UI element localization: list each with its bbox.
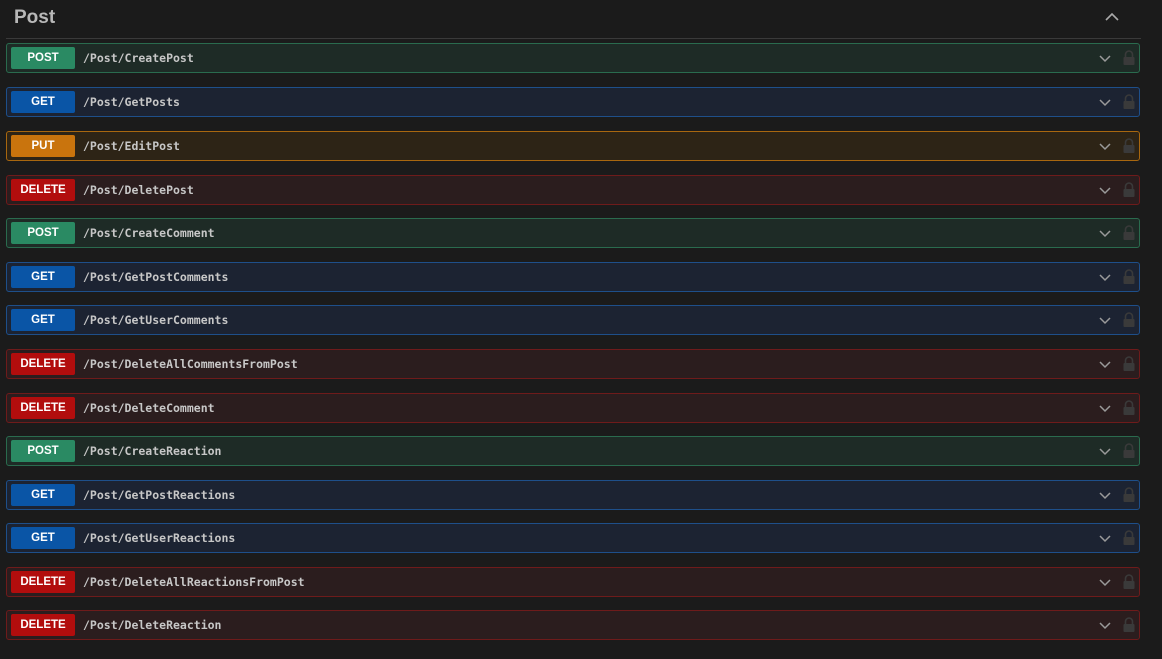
method-badge: GET (11, 309, 75, 331)
operation-path: /Post/DeletePost (83, 183, 194, 197)
operation-path: /Post/GetPostComments (83, 270, 229, 284)
lock-icon[interactable] (1122, 138, 1136, 154)
lock-icon[interactable] (1122, 182, 1136, 198)
method-badge: POST (11, 440, 75, 462)
operation-path: /Post/DeleteAllReactionsFromPost (83, 575, 305, 589)
lock-icon[interactable] (1122, 400, 1136, 416)
chevron-down-icon[interactable] (1098, 51, 1112, 65)
method-badge: GET (11, 266, 75, 288)
chevron-down-icon[interactable] (1098, 618, 1112, 632)
operation-get-post-reactions[interactable]: GET /Post/GetPostReactions (6, 480, 1140, 510)
lock-icon[interactable] (1122, 530, 1136, 546)
lock-icon[interactable] (1122, 50, 1136, 66)
operation-path: /Post/GetPosts (83, 95, 180, 109)
chevron-down-icon[interactable] (1098, 401, 1112, 415)
operation-get-post-comments[interactable]: GET /Post/GetPostComments (6, 262, 1140, 292)
operation-create-post[interactable]: POST /Post/CreatePost (6, 43, 1140, 73)
lock-icon[interactable] (1122, 269, 1136, 285)
lock-icon[interactable] (1122, 487, 1136, 503)
chevron-down-icon[interactable] (1098, 183, 1112, 197)
method-badge: GET (11, 484, 75, 506)
chevron-up-icon[interactable] (1103, 10, 1121, 24)
operation-delete-post[interactable]: DELETE /Post/DeletePost (6, 175, 1140, 205)
lock-icon[interactable] (1122, 312, 1136, 328)
operation-path: /Post/CreatePost (83, 51, 194, 65)
operation-create-reaction[interactable]: POST /Post/CreateReaction (6, 436, 1140, 466)
chevron-down-icon[interactable] (1098, 488, 1112, 502)
operation-get-user-comments[interactable]: GET /Post/GetUserComments (6, 305, 1140, 335)
operation-create-comment[interactable]: POST /Post/CreateComment (6, 218, 1140, 248)
method-badge: POST (11, 222, 75, 244)
chevron-down-icon[interactable] (1098, 270, 1112, 284)
lock-icon[interactable] (1122, 617, 1136, 633)
chevron-down-icon[interactable] (1098, 313, 1112, 327)
operation-path: /Post/DeleteAllCommentsFromPost (83, 357, 298, 371)
chevron-down-icon[interactable] (1098, 531, 1112, 545)
chevron-down-icon[interactable] (1098, 444, 1112, 458)
operation-path: /Post/GetPostReactions (83, 488, 236, 502)
lock-icon[interactable] (1122, 94, 1136, 110)
lock-icon[interactable] (1122, 443, 1136, 459)
operation-delete-reaction[interactable]: DELETE /Post/DeleteReaction (6, 610, 1140, 640)
chevron-down-icon[interactable] (1098, 139, 1112, 153)
section-header[interactable]: Post (6, 0, 1141, 39)
chevron-down-icon[interactable] (1098, 575, 1112, 589)
lock-icon[interactable] (1122, 574, 1136, 590)
operation-edit-post[interactable]: PUT /Post/EditPost (6, 131, 1140, 161)
operation-path: /Post/DeleteComment (83, 401, 215, 415)
method-badge: GET (11, 91, 75, 113)
lock-icon[interactable] (1122, 225, 1136, 241)
chevron-down-icon[interactable] (1098, 95, 1112, 109)
post-section: Post POST /Post/CreatePost GET /Post/Get… (0, 0, 1162, 659)
method-badge: DELETE (11, 397, 75, 419)
operation-delete-all-comments-from-post[interactable]: DELETE /Post/DeleteAllCommentsFromPost (6, 349, 1140, 379)
method-badge: GET (11, 527, 75, 549)
operation-delete-comment[interactable]: DELETE /Post/DeleteComment (6, 393, 1140, 423)
operation-path: /Post/GetUserComments (83, 313, 229, 327)
chevron-down-icon[interactable] (1098, 357, 1112, 371)
operation-path: /Post/DeleteReaction (83, 618, 222, 632)
method-badge: DELETE (11, 571, 75, 593)
method-badge: DELETE (11, 353, 75, 375)
operation-delete-all-reactions-from-post[interactable]: DELETE /Post/DeleteAllReactionsFromPost (6, 567, 1140, 597)
method-badge: DELETE (11, 179, 75, 201)
operation-get-posts[interactable]: GET /Post/GetPosts (6, 87, 1140, 117)
method-badge: PUT (11, 135, 75, 157)
section-title: Post (14, 7, 56, 28)
method-badge: POST (11, 47, 75, 69)
operation-path: /Post/CreateReaction (83, 444, 222, 458)
operation-get-user-reactions[interactable]: GET /Post/GetUserReactions (6, 523, 1140, 553)
chevron-down-icon[interactable] (1098, 226, 1112, 240)
operation-path: /Post/CreateComment (83, 226, 215, 240)
lock-icon[interactable] (1122, 356, 1136, 372)
operation-path: /Post/GetUserReactions (83, 531, 236, 545)
operation-path: /Post/EditPost (83, 139, 180, 153)
method-badge: DELETE (11, 614, 75, 636)
